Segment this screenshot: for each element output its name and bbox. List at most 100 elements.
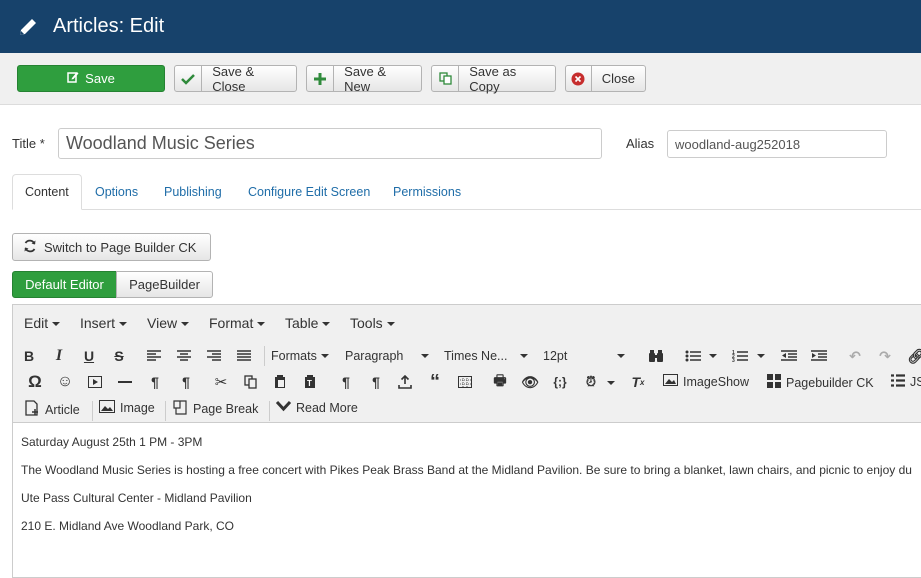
bullet-list-icon[interactable] [682,345,704,367]
insert-article-button[interactable]: Article [25,400,80,419]
page-break-icon [173,400,188,418]
redo-icon[interactable]: ↷ [874,345,896,367]
tab-permissions[interactable]: Permissions [393,174,461,210]
print-icon[interactable]: 🖶︎ [489,371,511,393]
menu-insert[interactable]: Insert [80,315,127,331]
font-size-dropdown[interactable]: 12pt [543,349,625,363]
grid-icon [767,374,781,391]
preview-icon[interactable]: 👁︎ [519,371,541,393]
insert-image-button[interactable]: Image [99,400,155,416]
imageshow-label: ImageShow [683,374,750,389]
article-label: Article [45,402,80,417]
alias-input[interactable]: woodland-aug252018 [667,130,887,158]
plus-icon [307,66,335,91]
visual-chars-icon[interactable]: ¶ [365,371,387,393]
font-family-dropdown[interactable]: Times Ne... [444,349,528,363]
paste-text-icon[interactable]: T [299,371,321,393]
svg-text:3: 3 [732,358,735,362]
tab-content[interactable]: Content [12,174,82,210]
save-new-label: Save & New [344,63,387,94]
pencil-icon [16,15,40,39]
save-button[interactable]: Save [17,65,165,92]
menu-table[interactable]: Table [285,315,330,331]
paragraph-dropdown[interactable]: Paragraph [345,349,429,363]
page-break-button[interactable]: Page Break [173,400,258,418]
pagebuilder-ck-button[interactable]: Pagebuilder CK [767,374,874,391]
show-blocks-icon[interactable]: ¶ [335,371,357,393]
italic-icon[interactable]: I [48,345,70,367]
rtl-icon[interactable]: ¶ [175,371,197,393]
outdent-icon[interactable] [778,345,800,367]
upload-icon[interactable] [394,371,416,393]
chevron-down-icon [421,354,429,358]
list-icon [891,374,905,390]
checkmark-icon [175,66,203,91]
code-icon[interactable]: {;} [549,371,571,393]
title-label: Title * [12,136,45,151]
cut-icon[interactable]: ✂ [210,371,232,393]
save-close-label: Save & Close [212,63,255,94]
clear-formatting-icon[interactable]: Tx [627,371,649,393]
underline-icon[interactable]: U [78,345,100,367]
close-button[interactable]: Close [565,65,646,92]
image-icon [99,400,115,416]
font-size-label: 12pt [543,349,568,363]
strikethrough-icon[interactable]: S [108,345,130,367]
edit-icon [67,71,79,86]
find-replace-icon[interactable] [645,345,667,367]
title-input[interactable]: Woodland Music Series [58,128,602,159]
align-left-icon[interactable] [143,345,165,367]
alias-input-value: woodland-aug252018 [675,136,801,152]
link-icon[interactable]: 🔗︎ [905,345,921,367]
editor-toolbar: B I U S Formats Paragraph Times Ne... 12… [13,341,921,423]
save-copy-button[interactable]: Save as Copy [431,64,556,94]
pagebuilder-ck-label: Pagebuilder CK [786,375,874,390]
close-icon [566,66,592,91]
clock-icon[interactable]: ⏰︎ [580,371,602,393]
chevron-down-icon [617,354,625,358]
omega-icon[interactable]: Ω [24,371,46,393]
action-toolbar: Save Save & Close Save & New Save as Cop… [0,53,921,105]
menu-format[interactable]: Format [209,315,265,331]
svg-text:T: T [307,379,312,388]
chevron-down-icon[interactable] [757,354,765,358]
tab-configure-edit-screen[interactable]: Configure Edit Screen [248,174,370,210]
save-new-button[interactable]: Save & New [306,63,422,94]
align-justify-icon[interactable] [233,345,255,367]
tab-options[interactable]: Options [95,174,138,210]
chevron-down-icon[interactable] [607,381,615,385]
bold-icon[interactable]: B [18,345,40,367]
paste-icon[interactable] [269,371,291,393]
formats-dropdown[interactable]: Formats [271,349,329,363]
blockquote-icon[interactable]: “ [424,371,446,393]
pagebuilder-button[interactable]: PageBuilder [116,271,213,298]
read-more-button[interactable]: Read More [275,400,358,415]
align-center-icon[interactable] [173,345,195,367]
menu-tools[interactable]: Tools [350,315,395,331]
font-family-label: Times Ne... [444,349,508,363]
imageshow-button[interactable]: ImageShow [663,374,749,389]
emoticon-icon[interactable]: ☺ [54,371,76,393]
indent-icon[interactable] [808,345,830,367]
chevron-down-icon[interactable] [709,354,717,358]
ltr-icon[interactable]: ¶ [144,371,166,393]
align-right-icon[interactable] [203,345,225,367]
editor-content[interactable]: Saturday August 25th 1 PM - 3PM The Wood… [21,435,921,547]
copy-icon[interactable] [240,371,262,393]
js-button[interactable]: JS [891,374,921,390]
save-close-button[interactable]: Save & Close [174,63,297,94]
undo-icon[interactable]: ↶ [844,345,866,367]
menu-edit[interactable]: Edit [24,315,60,331]
page-break-label: Page Break [193,402,259,416]
menu-view[interactable]: View [147,315,189,331]
numbered-list-icon[interactable]: 123 [729,345,751,367]
horizontal-rule-icon[interactable] [114,371,136,393]
switch-page-builder-label: Switch to Page Builder CK [44,239,197,255]
image-label: Image [120,401,155,415]
default-editor-button[interactable]: Default Editor [12,271,117,298]
toolbar-divider [264,346,265,366]
switch-page-builder-button[interactable]: Switch to Page Builder CK [12,233,211,261]
table-icon[interactable] [454,371,476,393]
media-icon[interactable] [84,371,106,393]
tab-publishing[interactable]: Publishing [164,174,222,210]
